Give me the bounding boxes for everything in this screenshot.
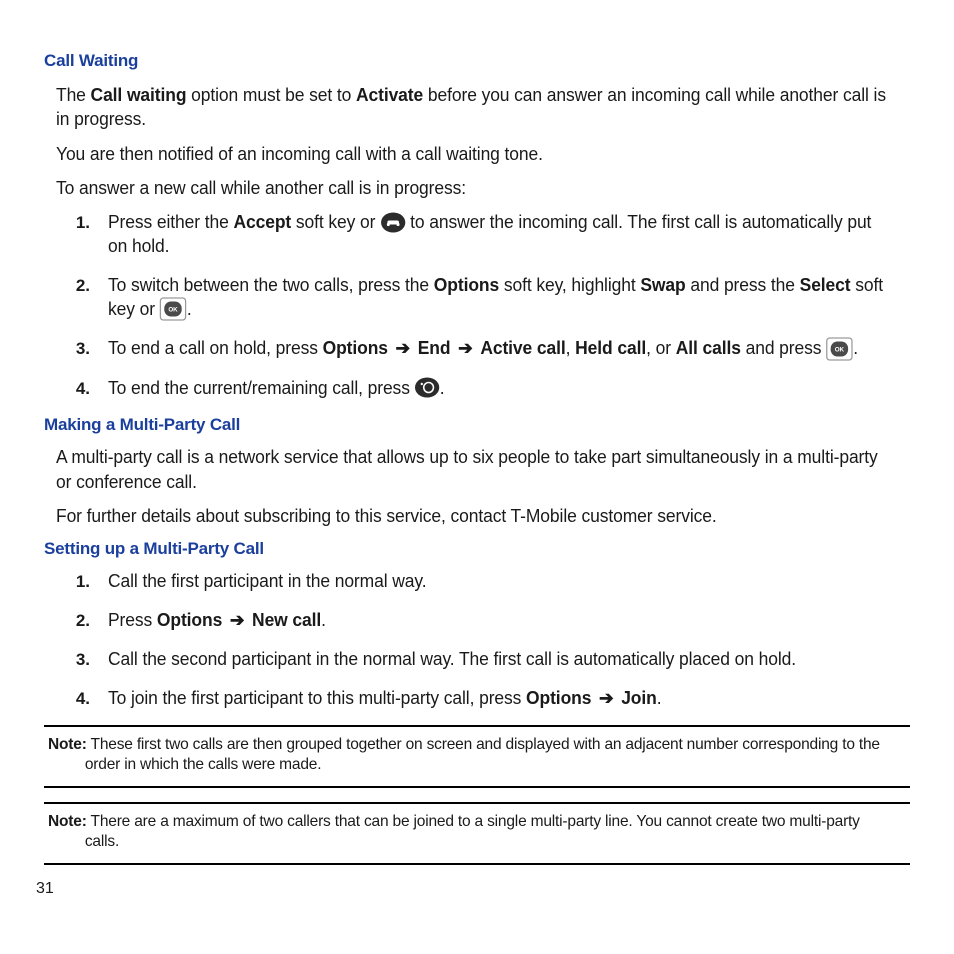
text: .: [853, 338, 858, 358]
note-text: Note: There are a maximum of two callers…: [48, 812, 880, 853]
text: .: [657, 688, 662, 708]
step-number: 1.: [36, 571, 90, 594]
text: There are a maximum of two callers that …: [85, 813, 860, 850]
text: .: [187, 299, 192, 319]
bold-term: Activate: [356, 85, 423, 105]
list-item: 4. To join the first participant to this…: [36, 686, 918, 711]
bold-term: Options: [157, 610, 222, 630]
bold-term: Held call: [575, 338, 646, 358]
paragraph: The Call waiting option must be set to A…: [56, 83, 892, 132]
paragraph: A multi-party call is a network service …: [56, 445, 892, 494]
step-body: To end the current/remaining call, press…: [108, 376, 445, 400]
arrow-icon: ➔: [596, 688, 616, 708]
list-item: 3. Call the second participant in the no…: [36, 647, 918, 672]
manual-page: Call Waiting The Call waiting option mus…: [0, 0, 954, 895]
text: These first two calls are then grouped t…: [85, 736, 880, 773]
text: ,: [566, 338, 576, 358]
text: soft key, highlight: [499, 275, 640, 295]
text: Press either the: [108, 212, 233, 232]
list-item: 1. Press either the Accept soft key or t…: [36, 210, 918, 259]
note-label: Note:: [48, 736, 87, 753]
call-key-icon: [380, 212, 405, 233]
heading-setup-multi-party: Setting up a Multi-Party Call: [44, 538, 918, 561]
text: and press: [741, 338, 826, 358]
text: and press the: [686, 275, 800, 295]
step-body: Press Options ➔ New call.: [108, 608, 326, 632]
svg-text:OK: OK: [835, 346, 845, 353]
step-number: 4.: [36, 688, 90, 711]
list-item: 2. To switch between the two calls, pres…: [36, 273, 918, 323]
ok-key-icon: OK: [160, 297, 187, 321]
note-label: Note:: [48, 813, 87, 830]
step-number: 3.: [36, 649, 90, 672]
text: .: [440, 378, 445, 398]
bold-term: Active call: [480, 338, 565, 358]
text: , or: [646, 338, 676, 358]
text: soft key or: [291, 212, 380, 232]
heading-multi-party: Making a Multi-Party Call: [44, 414, 918, 437]
svg-text:OK: OK: [169, 307, 179, 314]
text: To end the current/remaining call, press: [108, 378, 415, 398]
bold-term: All calls: [676, 338, 741, 358]
ordered-list: 1. Call the first participant in the nor…: [36, 569, 918, 711]
text: option must be set to: [186, 85, 356, 105]
arrow-icon: ➔: [227, 610, 247, 630]
heading-call-waiting: Call Waiting: [44, 50, 918, 73]
step-number: 1.: [36, 212, 90, 235]
step-number: 3.: [36, 338, 90, 361]
bold-term: Options: [323, 338, 388, 358]
bold-term: Swap: [640, 275, 685, 295]
text: Press: [108, 610, 157, 630]
paragraph: For further details about subscribing to…: [56, 504, 892, 528]
step-body: To switch between the two calls, press t…: [108, 273, 894, 323]
page-number: 31: [36, 878, 54, 900]
text: The: [56, 85, 91, 105]
list-item: 3. To end a call on hold, press Options …: [36, 336, 918, 361]
bold-term: Select: [800, 275, 851, 295]
end-key-icon: [415, 377, 440, 398]
bold-term: Join: [621, 688, 657, 708]
text: To join the first participant to this mu…: [108, 688, 526, 708]
arrow-icon: ➔: [455, 338, 475, 358]
step-number: 2.: [36, 275, 90, 298]
ok-key-icon: OK: [826, 337, 853, 361]
bold-term: Call waiting: [91, 85, 187, 105]
note-text: Note: These first two calls are then gro…: [48, 735, 880, 776]
step-body: To join the first participant to this mu…: [108, 686, 661, 710]
step-number: 4.: [36, 378, 90, 401]
arrow-icon: ➔: [393, 338, 413, 358]
step-body: Press either the Accept soft key or to a…: [108, 210, 894, 259]
bold-term: Options: [434, 275, 499, 295]
paragraph: You are then notified of an incoming cal…: [56, 142, 892, 166]
list-item: 1. Call the first participant in the nor…: [36, 569, 918, 594]
step-number: 2.: [36, 610, 90, 633]
ordered-list: 1. Press either the Accept soft key or t…: [36, 210, 918, 400]
bold-term: New call: [252, 610, 321, 630]
step-body: Call the second participant in the norma…: [108, 647, 796, 671]
list-item: 4. To end the current/remaining call, pr…: [36, 376, 918, 401]
step-body: Call the first participant in the normal…: [108, 569, 426, 593]
note-box: Note: There are a maximum of two callers…: [44, 802, 910, 865]
text: .: [321, 610, 326, 630]
bold-term: Options: [526, 688, 591, 708]
bold-term: Accept: [233, 212, 291, 232]
list-item: 2. Press Options ➔ New call.: [36, 608, 918, 633]
bold-term: End: [418, 338, 451, 358]
paragraph: To answer a new call while another call …: [56, 176, 892, 200]
text: To end a call on hold, press: [108, 338, 323, 358]
step-body: To end a call on hold, press Options ➔ E…: [108, 336, 858, 361]
note-box: Note: These first two calls are then gro…: [44, 725, 910, 788]
text: To switch between the two calls, press t…: [108, 275, 434, 295]
